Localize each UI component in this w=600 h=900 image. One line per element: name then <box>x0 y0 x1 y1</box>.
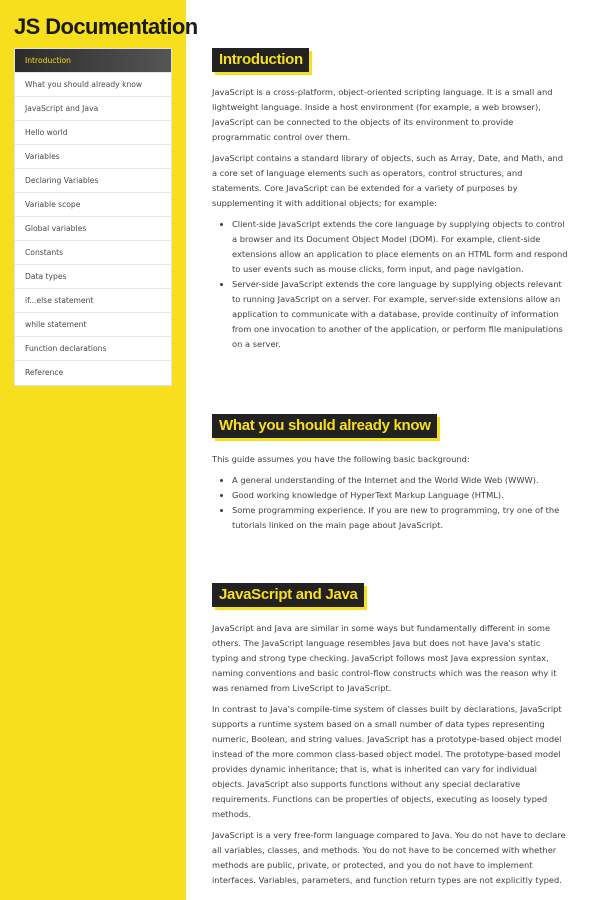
list-item: A general understanding of the Internet … <box>232 473 568 488</box>
nav-item-function-declarations[interactable]: Function declarations <box>15 337 171 361</box>
section-heading: JavaScript and Java <box>212 583 364 607</box>
nav-item-javascript-and-java[interactable]: JavaScript and Java <box>15 97 171 121</box>
paragraph: This guide assumes you have the followin… <box>212 454 470 464</box>
section-heading: Introduction <box>212 48 309 72</box>
list-item: Server-side JavaScript extends the core … <box>232 277 568 352</box>
paragraph: JavaScript is a cross-platform, object-o… <box>212 87 553 142</box>
paragraph: JavaScript and Java are similar in some … <box>212 623 557 693</box>
section-what-you-should-already-know: What you should already know This guide … <box>212 414 568 539</box>
list-item: Some programming experience. If you are … <box>232 503 568 533</box>
nav-item-while-statement[interactable]: while statement <box>15 313 171 337</box>
section-javascript-and-java: JavaScript and Java JavaScript and Java … <box>212 583 568 894</box>
sidebar: JS Documentation Introduction What you s… <box>0 0 198 900</box>
list-item: Client-side JavaScript extends the core … <box>232 217 568 277</box>
nav-menu: Introduction What you should already kno… <box>14 48 172 386</box>
bullet-list: Client-side JavaScript extends the core … <box>212 217 568 352</box>
nav-item-global-variables[interactable]: Global variables <box>15 217 171 241</box>
list-item: Good working knowledge of HyperText Mark… <box>232 488 568 503</box>
site-title: JS Documentation <box>14 14 198 39</box>
nav-item-variables[interactable]: Variables <box>15 145 171 169</box>
section-introduction: Introduction JavaScript is a cross-platf… <box>212 48 568 358</box>
nav-item-declaring-variables[interactable]: Declaring Variables <box>15 169 171 193</box>
nav-item-variable-scope[interactable]: Variable scope <box>15 193 171 217</box>
nav-item-hello-world[interactable]: Hello world <box>15 121 171 145</box>
paragraph: JavaScript is a very free-form language … <box>212 830 566 885</box>
section-heading: What you should already know <box>212 414 437 438</box>
bullet-list: A general understanding of the Internet … <box>212 473 568 533</box>
nav-item-what-you-should-already-know[interactable]: What you should already know <box>15 73 171 97</box>
nav-item-constants[interactable]: Constants <box>15 241 171 265</box>
nav-item-introduction[interactable]: Introduction <box>15 49 171 73</box>
paragraph: In contrast to Java's compile-time syste… <box>212 704 562 819</box>
nav-item-reference[interactable]: Reference <box>15 361 171 385</box>
nav-item-data-types[interactable]: Data types <box>15 265 171 289</box>
paragraph: JavaScript contains a standard library o… <box>212 153 563 208</box>
nav-item-if-else-statement[interactable]: if...else statement <box>15 289 171 313</box>
